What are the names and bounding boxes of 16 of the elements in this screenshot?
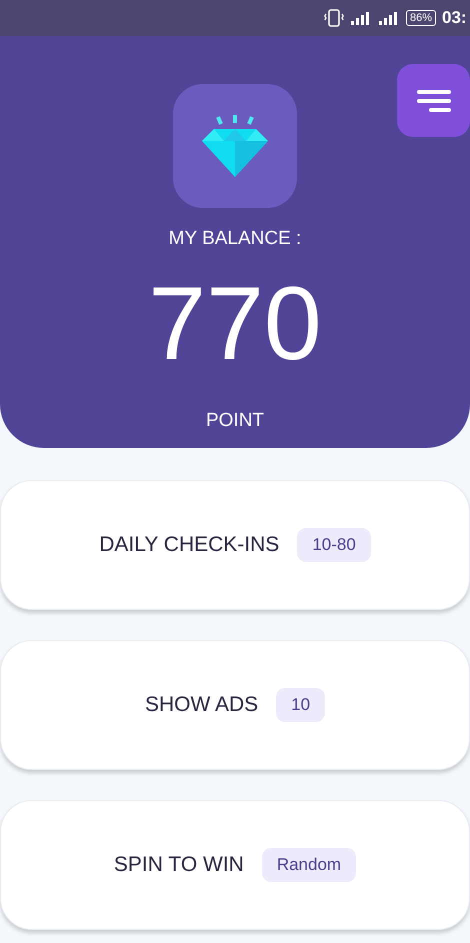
clock-time: 03: [442, 8, 468, 28]
task-card[interactable]: SHOW ADS 10 [0, 640, 470, 770]
menu-icon [416, 88, 450, 112]
battery-indicator: 86% [406, 10, 436, 26]
signal-icon [378, 11, 400, 25]
balance-unit: POINT [206, 410, 264, 432]
reward-badge: 10 [276, 688, 326, 722]
reward-badge: Random [262, 848, 356, 882]
balance-value: 770 [148, 272, 322, 376]
task-card[interactable]: SPIN TO WIN Random [0, 800, 470, 930]
balance-label: MY BALANCE : [168, 228, 302, 250]
task-card[interactable]: DAILY CHECK-INS 10-80 [0, 480, 470, 610]
reward-badge: 10-80 [297, 528, 371, 562]
vibrate-icon [324, 9, 344, 27]
signal-icon [350, 11, 372, 25]
menu-button[interactable] [397, 64, 470, 137]
